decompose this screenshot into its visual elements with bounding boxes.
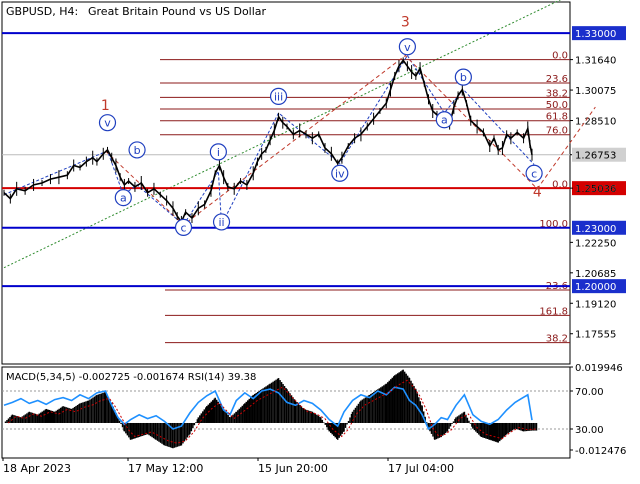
chart-symbol: GBPUSD, H4: bbox=[6, 5, 78, 18]
wave-label-blue: c bbox=[531, 167, 537, 180]
indicator-tick-label: 0.019946 bbox=[575, 363, 623, 374]
chart-description: Great Britain Pound vs US Dollar bbox=[88, 5, 267, 18]
price-tick-label: 1.25036 bbox=[575, 184, 616, 195]
time-tick-label: 18 Apr 2023 bbox=[3, 462, 71, 475]
price-tick-label: 1.22250 bbox=[575, 238, 616, 249]
price-tick-label: 1.26753 bbox=[575, 151, 616, 162]
fib-level-label: 50.0 bbox=[546, 100, 568, 111]
wave-label-blue: iii bbox=[274, 90, 283, 103]
fib-level-label: 0.0 bbox=[552, 51, 568, 62]
fib-level-label: 76.0 bbox=[546, 126, 568, 137]
wave-label-blue: b bbox=[460, 71, 467, 84]
price-tick-label: 1.31640 bbox=[575, 56, 616, 67]
price-tick-label: 1.17555 bbox=[575, 330, 616, 341]
indicator-tick-label: -0.012476 bbox=[575, 446, 626, 457]
wave-label-blue: a bbox=[441, 114, 448, 127]
time-tick-label: 17 Jul 04:00 bbox=[388, 462, 454, 475]
key-level-tag-label: 1.33000 bbox=[575, 29, 616, 40]
wave-label-red: 4 bbox=[533, 185, 542, 201]
wave-label-blue: ii bbox=[218, 216, 224, 229]
wave-label-blue: b bbox=[134, 144, 141, 157]
wave-label-blue: iv bbox=[335, 167, 345, 180]
wave-label-blue: a bbox=[120, 192, 127, 205]
wave-label-blue: c bbox=[180, 221, 186, 234]
indicator-title: MACD(5,34,5) -0.002725 -0.001674 RSI(14)… bbox=[6, 372, 256, 383]
fib-level-label: 161.8 bbox=[539, 306, 568, 317]
time-tick-label: 15 Jun 20:00 bbox=[258, 462, 328, 475]
fib-level-label: 23.6 bbox=[546, 74, 568, 85]
price-tick-label: 1.19120 bbox=[575, 299, 616, 310]
fib-level-label: 38.2 bbox=[546, 334, 568, 345]
chart-canvas[interactable]: GBPUSD, H4: Great Britain Pound vs US Do… bbox=[0, 0, 640, 480]
price-tick-label: 1.28510 bbox=[575, 117, 616, 128]
wave-label-blue: v bbox=[404, 41, 411, 54]
wave-label-blue: i bbox=[217, 146, 220, 159]
time-tick-label: 17 May 12:00 bbox=[128, 462, 203, 475]
chart-window: GBPUSD, H4: Great Britain Pound vs US Do… bbox=[0, 0, 640, 480]
price-tick-label: 1.20685 bbox=[575, 269, 616, 280]
wave-label-blue: v bbox=[104, 117, 111, 130]
wave-label-red: 1 bbox=[101, 98, 110, 114]
indicator-tick-label: 30.00 bbox=[575, 425, 604, 436]
wave-label-red: 3 bbox=[401, 14, 410, 30]
key-level-tag-label: 1.23000 bbox=[575, 224, 616, 235]
price-tick-label: 1.30075 bbox=[575, 86, 616, 97]
fib-level-label: 61.8 bbox=[546, 112, 568, 123]
fib-level-label: 38.2 bbox=[546, 88, 568, 99]
indicator-tick-label: 70.00 bbox=[575, 387, 604, 398]
key-level-tag-label: 1.20000 bbox=[575, 282, 616, 293]
